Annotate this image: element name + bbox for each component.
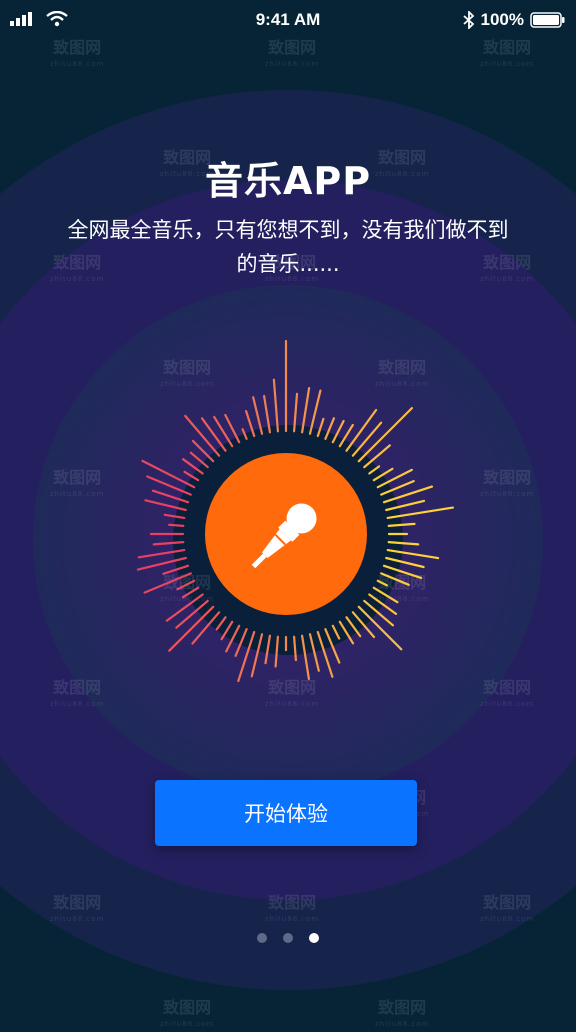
visualizer-bar: [252, 396, 264, 435]
visualizer-bar: [357, 407, 413, 463]
visualizer-bar: [363, 444, 391, 469]
battery-percent: 100%: [480, 10, 524, 29]
visualizer-bar: [241, 428, 248, 440]
visualizer-bar: [316, 417, 325, 438]
pagination-dots: [0, 933, 576, 943]
visualizer-bar: [200, 417, 227, 452]
visualizer-bar: [293, 392, 299, 433]
visualizer-bar: [191, 611, 221, 645]
visualizer-bar: [143, 572, 192, 594]
visualizer-bar: [293, 635, 297, 662]
visualizer-bar: [380, 572, 410, 586]
visualizer-bar: [144, 499, 187, 512]
visualizer-bar: [152, 540, 185, 546]
visualizer-bar: [385, 556, 425, 569]
visualizer-bar: [137, 548, 186, 559]
page-title: 音乐APP: [204, 159, 372, 203]
visualizer-bar: [308, 389, 322, 435]
visualizer-bar: [386, 548, 440, 560]
visualizer-bar: [245, 410, 256, 438]
visualizer-bar: [189, 451, 209, 469]
visualizer-bar: [308, 633, 320, 672]
visualizer-bar: [386, 506, 454, 520]
visualizer-bar: [301, 634, 310, 681]
page-dot[interactable]: [283, 933, 293, 943]
visualizer-bar: [376, 579, 388, 587]
page-dot[interactable]: [257, 933, 267, 943]
visualizer-bar: [351, 421, 383, 457]
visualizer-bar: [331, 419, 345, 444]
visualizer-bar: [372, 467, 394, 482]
visualizer-bar: [387, 540, 420, 546]
page-subtitle: 全网最全音乐，只有您想不到，没有我们做不到的音乐......: [67, 218, 509, 276]
visualizer-bar: [220, 620, 234, 641]
start-experience-button[interactable]: 开始体验: [155, 780, 417, 846]
visualizer-bar: [176, 579, 196, 591]
visualizer-bar: [351, 611, 376, 639]
visualizer-bar: [165, 593, 204, 622]
visualizer-bar: [168, 523, 185, 528]
status-bar: 9:41 AM 100%: [0, 0, 576, 40]
visualizer-bar: [331, 624, 341, 640]
visualizer-bar: [274, 635, 279, 668]
visualizer-bar: [385, 499, 426, 512]
status-right-group: 100%: [462, 9, 566, 31]
visualizer-bar: [387, 522, 416, 528]
visualizer-bar: [368, 465, 381, 475]
visualizer-bar: [368, 593, 398, 616]
visualizer-bar: [181, 586, 200, 599]
visualizer-bar: [272, 378, 279, 433]
visualizer-bar: [163, 513, 186, 520]
visualizer-bar: [382, 485, 434, 504]
visualizer-bar: [162, 564, 190, 575]
page-dot-active[interactable]: [309, 933, 319, 943]
visualizer-bar: [215, 616, 227, 631]
visualizer-bar: [324, 417, 335, 440]
visualizer-bar: [183, 470, 200, 482]
visualizer-bar: [363, 599, 394, 627]
visualizer-bar: [264, 634, 271, 665]
visualizer-bar: [263, 394, 271, 434]
visualizer-bar: [250, 633, 264, 678]
visualizer-bar: [234, 628, 248, 657]
bluetooth-icon: [462, 11, 474, 29]
visualizer-bar: [301, 387, 311, 434]
battery-icon: [530, 12, 565, 28]
visualizer-bar: [175, 599, 209, 629]
